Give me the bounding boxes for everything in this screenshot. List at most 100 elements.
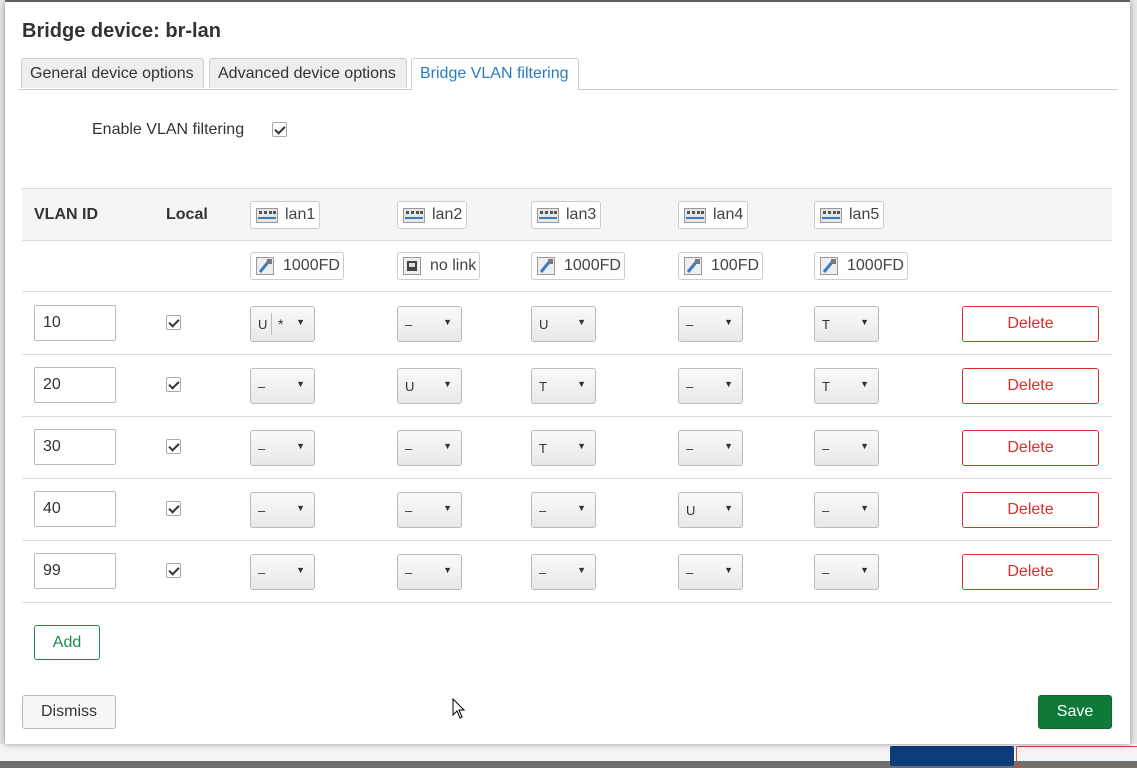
membership-value: U: [258, 317, 268, 332]
mouse-cursor-icon: [452, 698, 466, 719]
delete-button[interactable]: Delete: [962, 492, 1099, 528]
port-lan2-membership-select[interactable]: – ▼: [397, 492, 462, 528]
chevron-down-icon: ▼: [860, 565, 869, 575]
port-speed-text: 1000FD: [283, 257, 340, 274]
membership-value: U: [405, 379, 415, 394]
dismiss-button[interactable]: Dismiss: [22, 695, 116, 729]
add-button[interactable]: Add: [34, 625, 100, 660]
port-lan2-membership-select[interactable]: – ▼: [397, 554, 462, 590]
port-lan1-chip: lan1: [250, 201, 321, 229]
port-disconnected-icon: [403, 257, 421, 275]
vlan-id-input[interactable]: 20: [34, 367, 116, 403]
vlan-row: 20– ▼ U ▼ T ▼ – ▼ T ▼ Delete: [22, 354, 1112, 417]
port-speed-text: 100FD: [711, 257, 760, 274]
membership-value: T: [822, 379, 830, 394]
delete-button[interactable]: Delete: [962, 306, 1099, 342]
port-lan3-membership-select[interactable]: T ▼: [531, 430, 596, 466]
port-lan3-membership-select[interactable]: – ▼: [531, 554, 596, 590]
chevron-down-icon: ▼: [443, 503, 452, 513]
vlan-row: 99– ▼ – ▼ – ▼ – ▼ – ▼ Delete: [22, 540, 1112, 603]
chevron-down-icon: ▼: [296, 503, 305, 513]
local-checkbox[interactable]: [166, 563, 181, 578]
local-checkbox[interactable]: [166, 501, 181, 516]
tab-bridge-vlan-filtering[interactable]: Bridge VLAN filtering: [411, 58, 579, 90]
enable-vlan-filtering-label: Enable VLAN filtering: [92, 121, 245, 138]
background-right-edge: [1130, 0, 1137, 744]
vlan-id-input[interactable]: 10: [34, 305, 116, 341]
delete-button[interactable]: Delete: [962, 368, 1099, 404]
chevron-down-icon: ▼: [296, 379, 305, 389]
port-name: lan3: [566, 206, 597, 223]
port-lan3-membership-select[interactable]: U ▼: [531, 306, 596, 342]
tab-general-device-options[interactable]: General device options: [21, 58, 204, 88]
membership-value: –: [405, 503, 413, 518]
ethernet-port-icon: [820, 208, 842, 223]
membership-value: –: [822, 565, 830, 580]
port-speed-text: 1000FD: [564, 257, 621, 274]
port-lan3-chip: lan3: [531, 201, 602, 229]
membership-value: U: [686, 503, 696, 518]
chevron-down-icon: ▼: [443, 441, 452, 451]
port-lan4-membership-select[interactable]: U ▼: [678, 492, 743, 528]
port-speed-text: no link: [430, 257, 477, 274]
membership-value: –: [258, 379, 266, 394]
port-lan4-speed: 100FD: [678, 252, 764, 280]
port-connected-icon: [537, 257, 555, 275]
port-lan1-membership-select[interactable]: – ▼: [250, 554, 315, 590]
port-lan3-membership-select[interactable]: – ▼: [531, 492, 596, 528]
port-lan5-membership-select[interactable]: T ▼: [814, 368, 879, 404]
chevron-down-icon: ▼: [577, 503, 586, 513]
dialog-title: Bridge device: br-lan: [22, 20, 221, 42]
membership-value: –: [258, 441, 266, 456]
ethernet-port-icon: [256, 208, 278, 223]
port-lan2-membership-select[interactable]: – ▼: [397, 430, 462, 466]
port-lan4-membership-select[interactable]: – ▼: [678, 306, 743, 342]
membership-value: –: [258, 565, 266, 580]
membership-value: –: [686, 441, 694, 456]
chevron-down-icon: ▼: [724, 441, 733, 451]
save-button[interactable]: Save: [1038, 695, 1112, 729]
chevron-down-icon: ▼: [577, 317, 586, 327]
port-lan5-membership-select[interactable]: – ▼: [814, 492, 879, 528]
port-lan4-membership-select[interactable]: – ▼: [678, 430, 743, 466]
chevron-down-icon: ▼: [577, 379, 586, 389]
chevron-down-icon: ▼: [860, 503, 869, 513]
vlan-id-input[interactable]: 99: [34, 553, 116, 589]
tab-bar: General device options Advanced device o…: [18, 58, 1118, 90]
membership-value: –: [539, 503, 547, 518]
membership-value: –: [822, 503, 830, 518]
port-lan1-membership-select[interactable]: – ▼: [250, 368, 315, 404]
port-lan1-membership-select[interactable]: – ▼: [250, 430, 315, 466]
port-lan5-membership-select[interactable]: – ▼: [814, 430, 879, 466]
port-lan2-membership-select[interactable]: U ▼: [397, 368, 462, 404]
port-lan5-membership-select[interactable]: T ▼: [814, 306, 879, 342]
local-checkbox[interactable]: [166, 377, 181, 392]
header-local: Local: [166, 206, 208, 223]
port-lan5-membership-select[interactable]: – ▼: [814, 554, 879, 590]
delete-button[interactable]: Delete: [962, 554, 1099, 590]
port-lan1-membership-select[interactable]: – ▼: [250, 492, 315, 528]
chevron-down-icon: ▼: [296, 441, 305, 451]
membership-value: –: [405, 565, 413, 580]
vlan-id-input[interactable]: 30: [34, 429, 116, 465]
port-lan2-chip: lan2: [397, 201, 468, 229]
local-checkbox[interactable]: [166, 315, 181, 330]
enable-vlan-filtering-checkbox[interactable]: [272, 122, 287, 137]
membership-value: –: [405, 317, 413, 332]
chevron-down-icon: ▼: [443, 379, 452, 389]
local-checkbox[interactable]: [166, 439, 181, 454]
port-lan4-membership-select[interactable]: – ▼: [678, 368, 743, 404]
port-lan3-membership-select[interactable]: T ▼: [531, 368, 596, 404]
ethernet-port-icon: [537, 208, 559, 223]
vlan-row: 30– ▼ – ▼ T ▼ – ▼ – ▼ Delete: [22, 416, 1112, 479]
port-lan4-membership-select[interactable]: – ▼: [678, 554, 743, 590]
port-lan5-chip: lan5: [814, 201, 885, 229]
port-lan1-membership-select[interactable]: U * ▼: [250, 306, 315, 342]
membership-value: –: [822, 441, 830, 456]
tab-advanced-device-options[interactable]: Advanced device options: [209, 58, 407, 88]
chevron-down-icon: ▼: [443, 317, 452, 327]
port-lan2-membership-select[interactable]: – ▼: [397, 306, 462, 342]
delete-button[interactable]: Delete: [962, 430, 1099, 466]
vlan-id-input[interactable]: 40: [34, 491, 116, 527]
chevron-down-icon: ▼: [724, 379, 733, 389]
